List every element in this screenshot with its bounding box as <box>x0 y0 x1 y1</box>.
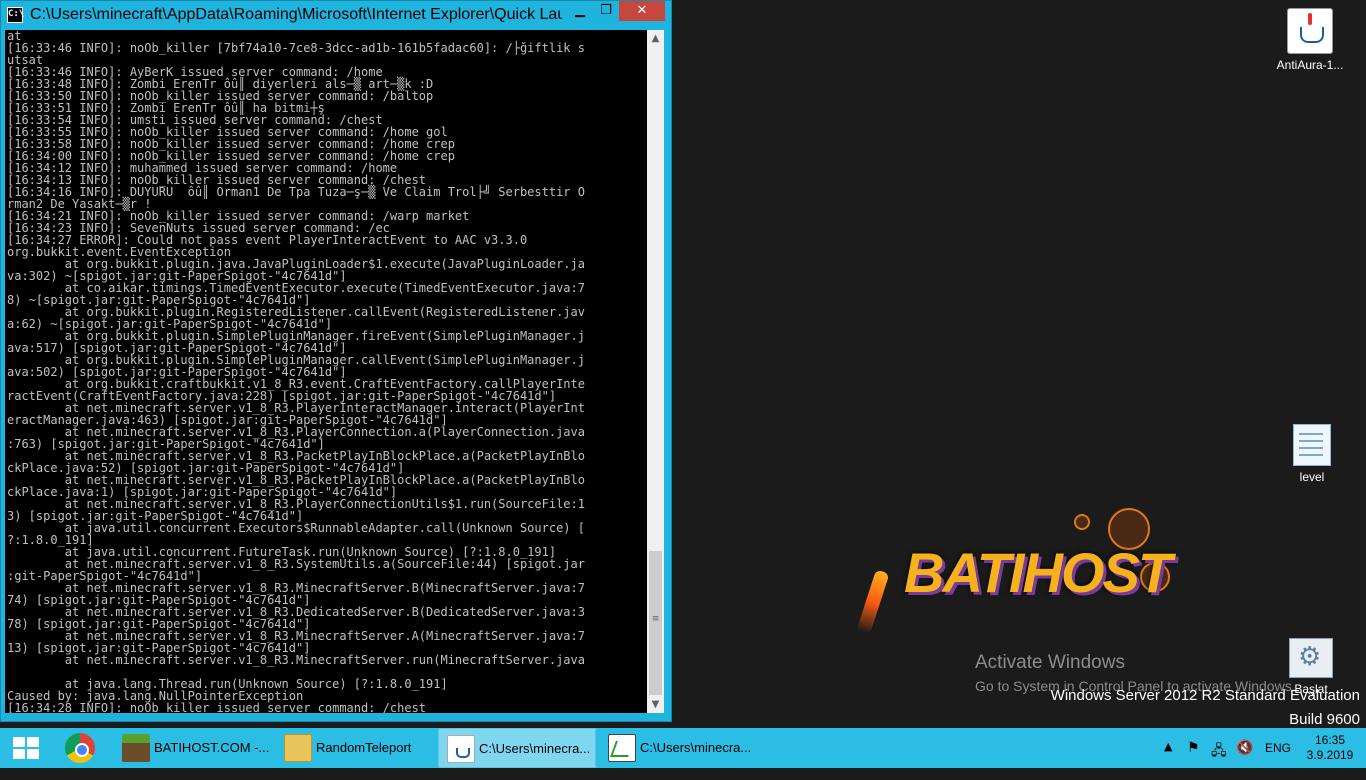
maximize-button[interactable]: ❐ <box>593 1 619 21</box>
console-window[interactable]: C:\ C:\Users\minecraft\AppData\Roaming\M… <box>0 0 672 722</box>
chrome-taskbar-button[interactable] <box>58 728 104 768</box>
folder-icon <box>284 734 312 762</box>
console-text: at [16:33:46 INFO]: noOb_killer [7bf74a10… <box>5 30 647 713</box>
clock-date: 3.9.2019 <box>1306 748 1354 762</box>
scroll-up-arrow-icon[interactable]: ▲ <box>647 30 664 47</box>
windows-logo-icon <box>13 737 39 759</box>
window-title: C:\Users\minecraft\AppData\Roaming\Micro… <box>30 6 562 23</box>
desktop-icon-label: level <box>1299 470 1325 484</box>
show-hidden-icons-button[interactable]: ▲ <box>1164 740 1172 780</box>
console-line: at net.minecraft.server.v1_8_R3.Minecraf… <box>7 653 585 667</box>
scroll-down-arrow-icon[interactable]: ▼ <box>647 696 664 713</box>
java-file-icon <box>1287 8 1333 54</box>
taskbar: BATIHOST.COM -... RandomTeleport C:\User… <box>0 728 1366 768</box>
clock-time: 16:35 <box>1314 733 1346 747</box>
console-line: at java.util.concurrent.Executors$Runnab… <box>7 521 585 535</box>
chart-icon <box>608 734 636 762</box>
volume-muted-icon[interactable]: 🔇 <box>1236 740 1253 756</box>
notepad-icon <box>1293 424 1331 466</box>
console-icon: C:\ <box>7 7 24 23</box>
taskbar-item-batihost[interactable]: BATIHOST.COM -... <box>114 728 272 768</box>
console-line: [16:34:28 INFO]: noOb_killer issued serv… <box>7 701 427 713</box>
logo-text: BATIHOST <box>904 541 1172 604</box>
network-icon[interactable]: 🖧 <box>1211 740 1227 764</box>
desktop-icon-label: AntiAura-1... <box>1276 58 1344 72</box>
vertical-scrollbar[interactable]: ▲ ≡ ▼ <box>647 30 664 713</box>
close-button[interactable]: ✕ <box>619 1 665 21</box>
scrollbar-thumb[interactable]: ≡ <box>649 551 662 695</box>
control-panel-icon: ⚙ <box>1289 638 1333 678</box>
minimize-button[interactable]: ▁ <box>567 1 593 21</box>
console-line: [16:33:46 INFO]: noOb_killer [7bf74a10-7… <box>7 41 585 55</box>
taskbar-item-label: RandomTeleport <box>316 740 412 755</box>
minecraft-icon <box>122 734 150 762</box>
taskbar-item-java-console[interactable]: C:\Users\minecra... <box>438 728 596 768</box>
java-icon <box>447 735 475 763</box>
chrome-icon <box>65 733 95 763</box>
batihost-logo: BATIHOST <box>856 500 1190 640</box>
start-button[interactable] <box>0 728 52 768</box>
rocket-trail-icon <box>856 569 890 635</box>
title-bar[interactable]: C:\ C:\Users\minecraft\AppData\Roaming\M… <box>1 1 671 29</box>
taskbar-item-label: BATIHOST.COM -... <box>154 740 270 755</box>
watermark-title: Activate Windows <box>975 652 1125 673</box>
language-indicator[interactable]: ENG <box>1265 741 1291 755</box>
system-clock[interactable]: 16:35 3.9.2019 <box>1300 733 1360 763</box>
scrollbar-grip-icon: ≡ <box>651 614 660 624</box>
taskbar-item-label: C:\Users\minecra... <box>479 741 591 756</box>
taskbar-item-randomteleport[interactable]: RandomTeleport <box>276 728 434 768</box>
os-edition: Windows Server 2012 R2 Standard Evaluati… <box>1051 684 1360 732</box>
desktop-icon-antiaura[interactable]: AntiAura-1... <box>1270 8 1350 72</box>
edition-name: Windows Server 2012 R2 Standard Evaluati… <box>1050 687 1360 704</box>
desktop-icon-level[interactable]: level <box>1272 424 1352 484</box>
meteor-icon <box>1074 514 1090 530</box>
action-center-flag-icon[interactable]: ⚑ <box>1187 740 1200 756</box>
taskbar-item-chart-console[interactable]: C:\Users\minecra... <box>600 728 758 768</box>
taskbar-item-label: C:\Users\minecra... <box>640 740 752 755</box>
console-output[interactable]: at [16:33:46 INFO]: noOb_killer [7bf74a10… <box>5 30 647 713</box>
